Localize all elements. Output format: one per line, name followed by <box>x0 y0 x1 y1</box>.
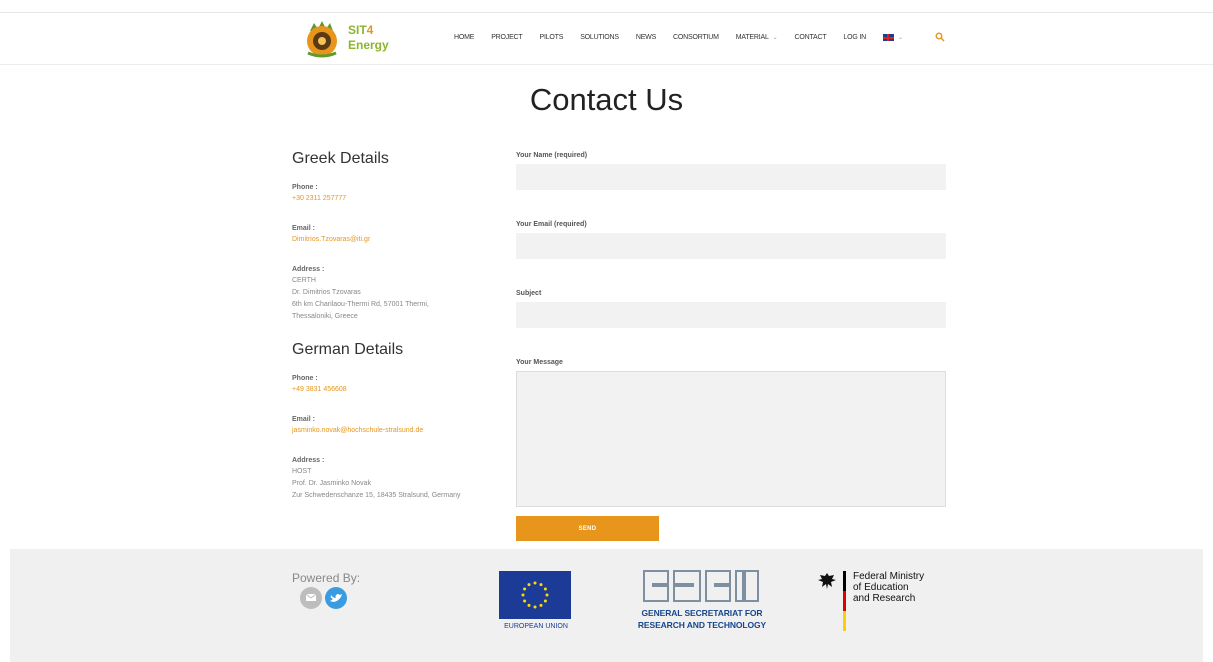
nav-consortium[interactable]: CONSORTIUM <box>673 34 719 41</box>
powered-by-label: Powered By: <box>292 571 361 585</box>
email-label: Email : <box>292 416 315 423</box>
greek-org: CERTH <box>292 277 316 284</box>
send-button[interactable]: SEND <box>516 516 659 541</box>
gsrt-logo <box>643 570 759 602</box>
subject-label: Subject <box>516 290 542 297</box>
email-icon[interactable] <box>300 587 322 609</box>
brand-line-1: SIT4 <box>348 23 374 37</box>
main-nav: HOME PROJECT PILOTS SOLUTIONS NEWS CONSO… <box>454 34 920 41</box>
gsrt-line-1: GENERAL SECRETARIAT FOR <box>641 608 763 618</box>
nav-news[interactable]: NEWS <box>636 34 656 41</box>
greek-email: Email : Dimitrios.Tzovaras@iti.gr <box>292 223 502 245</box>
phone-label: Phone : <box>292 375 318 382</box>
subject-input[interactable] <box>516 302 946 328</box>
bmbf-line-3: and Research <box>853 593 916 604</box>
greek-street: 6th km Charilaou-Thermi Rd, 57001 Thermi… <box>292 301 429 308</box>
eu-label: EUROPEAN UNION <box>504 623 568 630</box>
nav-project[interactable]: PROJECT <box>491 34 522 41</box>
greek-person: Dr. Dimitrios Tzovaras <box>292 289 361 296</box>
address-label: Address : <box>292 266 325 273</box>
german-flag-bar <box>843 571 846 631</box>
german-person: Prof. Dr. Jasminko Novak <box>292 480 371 487</box>
gsrt-line-2: RESEARCH AND TECHNOLOGY <box>637 620 767 630</box>
contact-form: Your Name (required) Your Email (require… <box>516 152 946 512</box>
footer: Powered By: EUROPEAN UNION GENERAL SECRE… <box>10 549 1203 662</box>
message-textarea[interactable] <box>516 371 946 507</box>
gsrt-label: GENERAL SECRETARIAT FOR RESEARCH AND TEC… <box>622 607 782 631</box>
greek-details-heading: Greek Details <box>292 150 389 167</box>
email-label: Your Email (required) <box>516 221 587 228</box>
nav-material-label: MATERIAL <box>735 34 769 41</box>
greek-phone-link[interactable]: +30 2311 257777 <box>292 193 502 204</box>
nav-pilots[interactable]: PILOTS <box>539 34 563 41</box>
language-switcher[interactable]: ⌄ <box>882 34 903 41</box>
eu-stars-icon <box>521 581 549 609</box>
nav-material[interactable]: MATERIAL ⌄ <box>736 34 778 41</box>
page: SIT4 Energy HOME PROJECT PILOTS SOLUTION… <box>0 0 1213 662</box>
bmbf-line-1: Federal Ministry <box>853 571 925 582</box>
search-icon[interactable] <box>935 32 945 42</box>
name-input[interactable] <box>516 164 946 190</box>
german-org: HOST <box>292 468 312 475</box>
eagle-icon <box>818 573 836 589</box>
nav-home[interactable]: HOME <box>454 34 474 41</box>
brand-line-2: Energy <box>348 38 389 52</box>
greek-email-link[interactable]: Dimitrios.Tzovaras@iti.gr <box>292 234 502 245</box>
nav-login[interactable]: LOG IN <box>843 34 866 41</box>
nav-solutions[interactable]: SOLUTIONS <box>580 34 619 41</box>
greek-address: Address : CERTH Dr. Dimitrios Tzovaras 6… <box>292 264 502 323</box>
german-phone-link[interactable]: +49 3831 456608 <box>292 384 502 395</box>
bmbf-label: Federal Ministry of Education and Resear… <box>853 571 924 604</box>
bmbf-line-2: of Education <box>853 582 909 593</box>
site-logo[interactable]: SIT4 Energy <box>302 19 402 63</box>
email-input[interactable] <box>516 233 946 259</box>
message-label: Your Message <box>516 359 563 366</box>
german-street: Zur Schwedenschanze 15, 18435 Stralsund,… <box>292 492 461 499</box>
email-label: Email : <box>292 225 315 232</box>
german-details-heading: German Details <box>292 341 404 358</box>
uk-flag-icon <box>882 34 894 41</box>
german-address: Address : HOST Prof. Dr. Jasminko Novak … <box>292 455 502 502</box>
phone-label: Phone : <box>292 184 318 191</box>
chevron-down-icon: ⌄ <box>897 35 903 41</box>
contact-details: Greek Details Phone : +30 2311 257777 Em… <box>292 150 502 521</box>
greek-city: Thessaloniki, Greece <box>292 313 358 320</box>
german-phone: Phone : +49 3831 456608 <box>292 373 502 395</box>
address-label: Address : <box>292 457 325 464</box>
name-label: Your Name (required) <box>516 152 588 159</box>
chevron-down-icon: ⌄ <box>772 35 778 41</box>
bird-glyph <box>330 594 342 602</box>
nav-contact[interactable]: CONTACT <box>794 34 826 41</box>
german-email: Email : jasminko.novak@hochschule-strals… <box>292 414 502 436</box>
site-header: SIT4 Energy HOME PROJECT PILOTS SOLUTION… <box>0 13 1213 65</box>
german-email-link[interactable]: jasminko.novak@hochschule-stralsund.de <box>292 425 502 436</box>
page-title: Contact Us <box>529 82 684 117</box>
eu-flag-logo <box>499 571 571 619</box>
greek-phone: Phone : +30 2311 257777 <box>292 182 502 204</box>
envelope-glyph <box>305 593 317 601</box>
twitter-icon[interactable] <box>325 587 347 609</box>
logo-sunflower-icon <box>307 21 337 58</box>
